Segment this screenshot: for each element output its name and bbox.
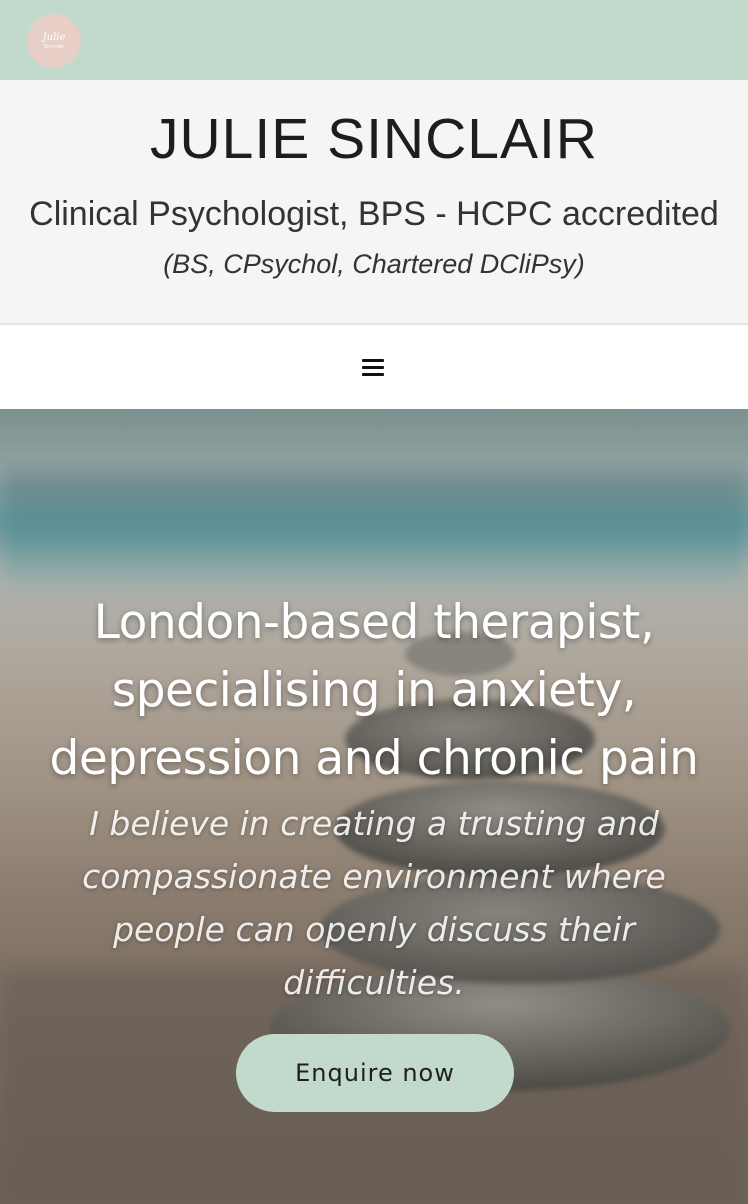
site-header: JULIE SINCLAIR Clinical Psychologist, BP… xyxy=(0,80,748,323)
top-bar: Julie Sinclair xyxy=(0,0,748,80)
site-title[interactable]: JULIE SINCLAIR xyxy=(0,106,748,172)
hero-heading: London-based therapist, specialising in … xyxy=(49,595,699,786)
hero-section: London-based therapist, specialising in … xyxy=(0,409,748,1204)
site-subtitle: Clinical Psychologist, BPS - HCPC accred… xyxy=(29,195,719,233)
logo-name: Julie xyxy=(42,31,66,43)
navigation-bar xyxy=(0,323,748,409)
logo-sub: Sinclair xyxy=(43,43,65,50)
menu-line xyxy=(362,359,384,362)
menu-line xyxy=(362,373,384,376)
hamburger-menu-icon[interactable] xyxy=(362,357,386,379)
logo[interactable]: Julie Sinclair xyxy=(27,14,81,68)
site-credentials: (BS, CPsychol, Chartered DCliPsy) xyxy=(163,249,585,279)
enquire-now-button[interactable]: Enquire now xyxy=(236,1034,514,1112)
hero-text: I believe in creating a trusting and com… xyxy=(82,804,666,1002)
menu-line xyxy=(362,366,384,369)
